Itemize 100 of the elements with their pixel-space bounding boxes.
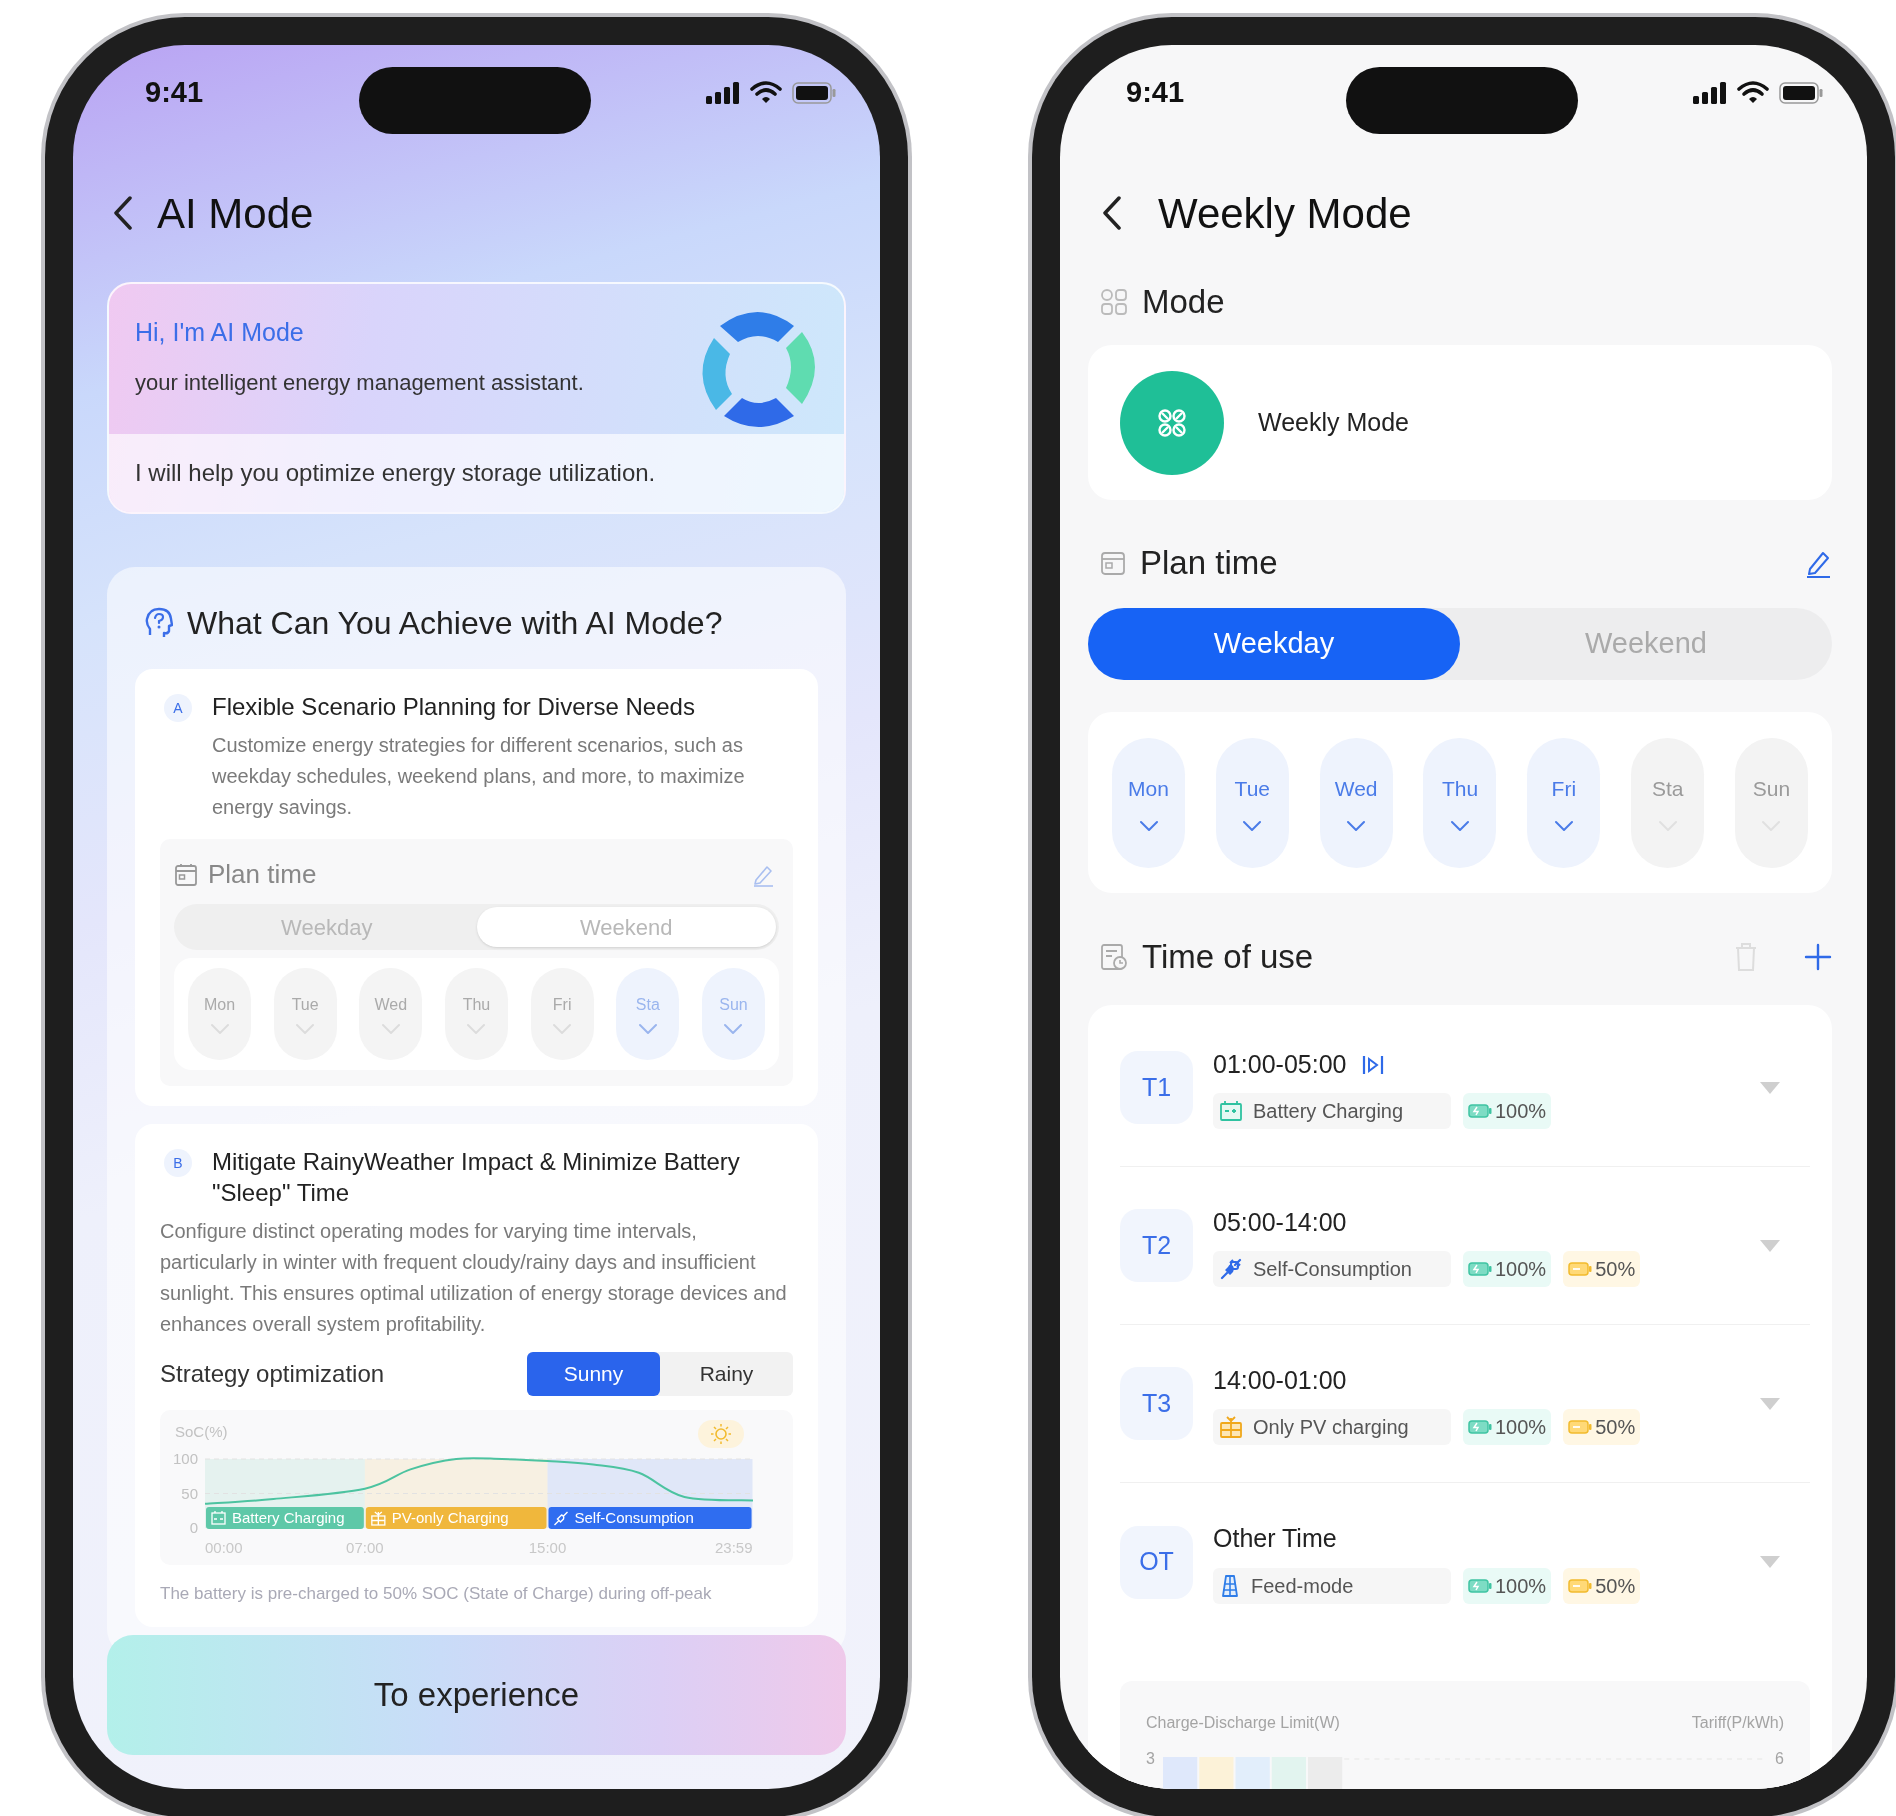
caret-icon[interactable] (1760, 1239, 1780, 1252)
level-text: 50% (1595, 1415, 1636, 1441)
battery-level-icon (1468, 1262, 1492, 1277)
check-icon (210, 1023, 229, 1035)
experience-button[interactable]: To experience (107, 1635, 846, 1755)
back-icon[interactable] (1102, 196, 1122, 230)
section-title: What Can You Achieve with AI Mode? (187, 604, 723, 643)
plan-title: Plan time (208, 858, 317, 891)
check-icon (1451, 820, 1469, 833)
battery-icon (1219, 1100, 1243, 1123)
wifi-icon (750, 81, 782, 104)
day-toggle[interactable]: Fri (1527, 737, 1601, 868)
chart-bar (1162, 1757, 1198, 1789)
day-toggle[interactable]: Tue (1215, 737, 1289, 868)
solar-box-icon (1219, 1416, 1243, 1439)
section-title: Time of use (1142, 937, 1314, 978)
mode-icon (371, 1511, 386, 1526)
period-time: 01:00-05:00 (1213, 1048, 1347, 1080)
battery-icon (1779, 81, 1823, 104)
period-badge: T1 (1120, 1051, 1193, 1124)
level-text: 100% (1495, 1099, 1547, 1125)
day-toggle[interactable]: Wed (1319, 737, 1393, 868)
battery-level-icon (1468, 1104, 1492, 1119)
sun-icon (698, 1420, 744, 1448)
page-title: Weekly Mode (1158, 188, 1412, 239)
axis-title: Charge-Discharge Limit(W) (1146, 1713, 1340, 1733)
band-label: Self-Consumption (574, 1509, 694, 1526)
day-toggle[interactable]: Thu (1423, 737, 1497, 868)
letter-badge: A (164, 694, 192, 722)
mode-name: Weekly Mode (1258, 406, 1409, 438)
calendar-icon (1100, 550, 1126, 576)
delete-icon[interactable] (1734, 942, 1758, 972)
caret-icon[interactable] (1760, 1556, 1780, 1568)
battery-level-icon (1468, 1578, 1492, 1593)
band-label: PV-only Charging (391, 1509, 509, 1526)
chart-bar (1199, 1757, 1234, 1789)
day-toggle[interactable]: Mon (1112, 737, 1185, 868)
caret-icon[interactable] (1760, 1081, 1780, 1094)
day-toggle[interactable]: Tue (273, 968, 337, 1060)
axis-title: Tariff(P/kWh) (1691, 1713, 1784, 1733)
section-title: Mode (1142, 282, 1225, 323)
check-icon (1554, 820, 1573, 833)
weather-option[interactable]: Rainy (660, 1352, 793, 1396)
band-label: Battery Charging (232, 1509, 345, 1526)
plan-tab[interactable]: Weekday (1088, 608, 1460, 680)
schedule-icon (1100, 943, 1128, 971)
calendar-icon (174, 862, 198, 887)
note-text: The battery is pre-charged to 50% SOC (State of Charge) during off-peak (160, 1583, 713, 1605)
level-text: 50% (1595, 1573, 1636, 1599)
wifi-icon (1737, 81, 1769, 104)
message-text: I will help you optimize energy storage utilization. (135, 458, 656, 488)
day-toggle[interactable]: Sta (1631, 737, 1705, 868)
period-badge: T2 (1120, 1209, 1193, 1282)
mode-label: Self-Consumption (548, 1507, 752, 1529)
level-text: 100% (1495, 1257, 1547, 1283)
check-icon (381, 1023, 400, 1035)
day-toggle[interactable]: Thu (444, 968, 508, 1060)
feature-description: Configure distinct operating modes for varying time intervals, particularly in winter with frequent cloudy/rainy days and insufficient sunlight. This ensures optimal utilization of energy storage devices and enhances overall system profitability. (160, 1219, 788, 1337)
day-toggle[interactable]: Wed (359, 968, 423, 1060)
section-title: Plan time (1140, 543, 1278, 584)
check-icon (467, 1023, 486, 1035)
feature-title: Flexible Scenario Planning for Diverse Needs (212, 692, 695, 722)
plug-icon (1219, 1257, 1243, 1282)
range-icon[interactable] (1362, 1053, 1385, 1076)
check-icon (724, 1023, 743, 1035)
battery-level-icon (1468, 1420, 1492, 1435)
plan-tab[interactable]: Weekend (1460, 608, 1832, 680)
axis-label: 0 (189, 1519, 198, 1536)
caret-icon[interactable] (1760, 1397, 1780, 1410)
check-icon (553, 1023, 572, 1035)
plan-tab[interactable]: Weekend (476, 907, 776, 947)
greeting-text: Hi, I'm AI Mode (135, 317, 305, 348)
period-time: Other Time (1213, 1523, 1337, 1555)
axis-label: 100 (172, 1450, 198, 1467)
battery-icon (792, 81, 836, 104)
status-time: 9:41 (1126, 74, 1185, 110)
subtitle-text: your intelligent energy management assistant. (135, 368, 585, 397)
add-icon[interactable] (1804, 943, 1832, 971)
check-icon (638, 1023, 657, 1035)
chart-bar (1235, 1757, 1270, 1789)
axis-title: SoC(%) (175, 1423, 228, 1440)
mode-icon (211, 1510, 226, 1525)
axis-label: 50 (181, 1484, 198, 1502)
day-toggle[interactable]: Sun (701, 968, 765, 1060)
back-icon[interactable] (113, 196, 133, 230)
mode-icon (553, 1511, 569, 1526)
battery-level-icon (1568, 1262, 1593, 1277)
level-text: 100% (1495, 1415, 1547, 1441)
day-toggle[interactable]: Fri (530, 968, 594, 1060)
period-time: 14:00-01:00 (1213, 1364, 1347, 1396)
mode-label: Only PV charging (1253, 1415, 1409, 1441)
weather-option[interactable]: Sunny (527, 1352, 660, 1396)
day-toggle[interactable]: Sta (616, 968, 680, 1060)
battery-level-icon (1568, 1420, 1593, 1435)
day-toggle[interactable]: Mon (188, 968, 251, 1060)
tower-icon (1219, 1573, 1241, 1598)
battery-level-icon (1568, 1578, 1593, 1593)
period-badge: T3 (1120, 1367, 1193, 1440)
mode-icon (1157, 407, 1187, 438)
day-toggle[interactable]: Sun (1734, 737, 1808, 868)
